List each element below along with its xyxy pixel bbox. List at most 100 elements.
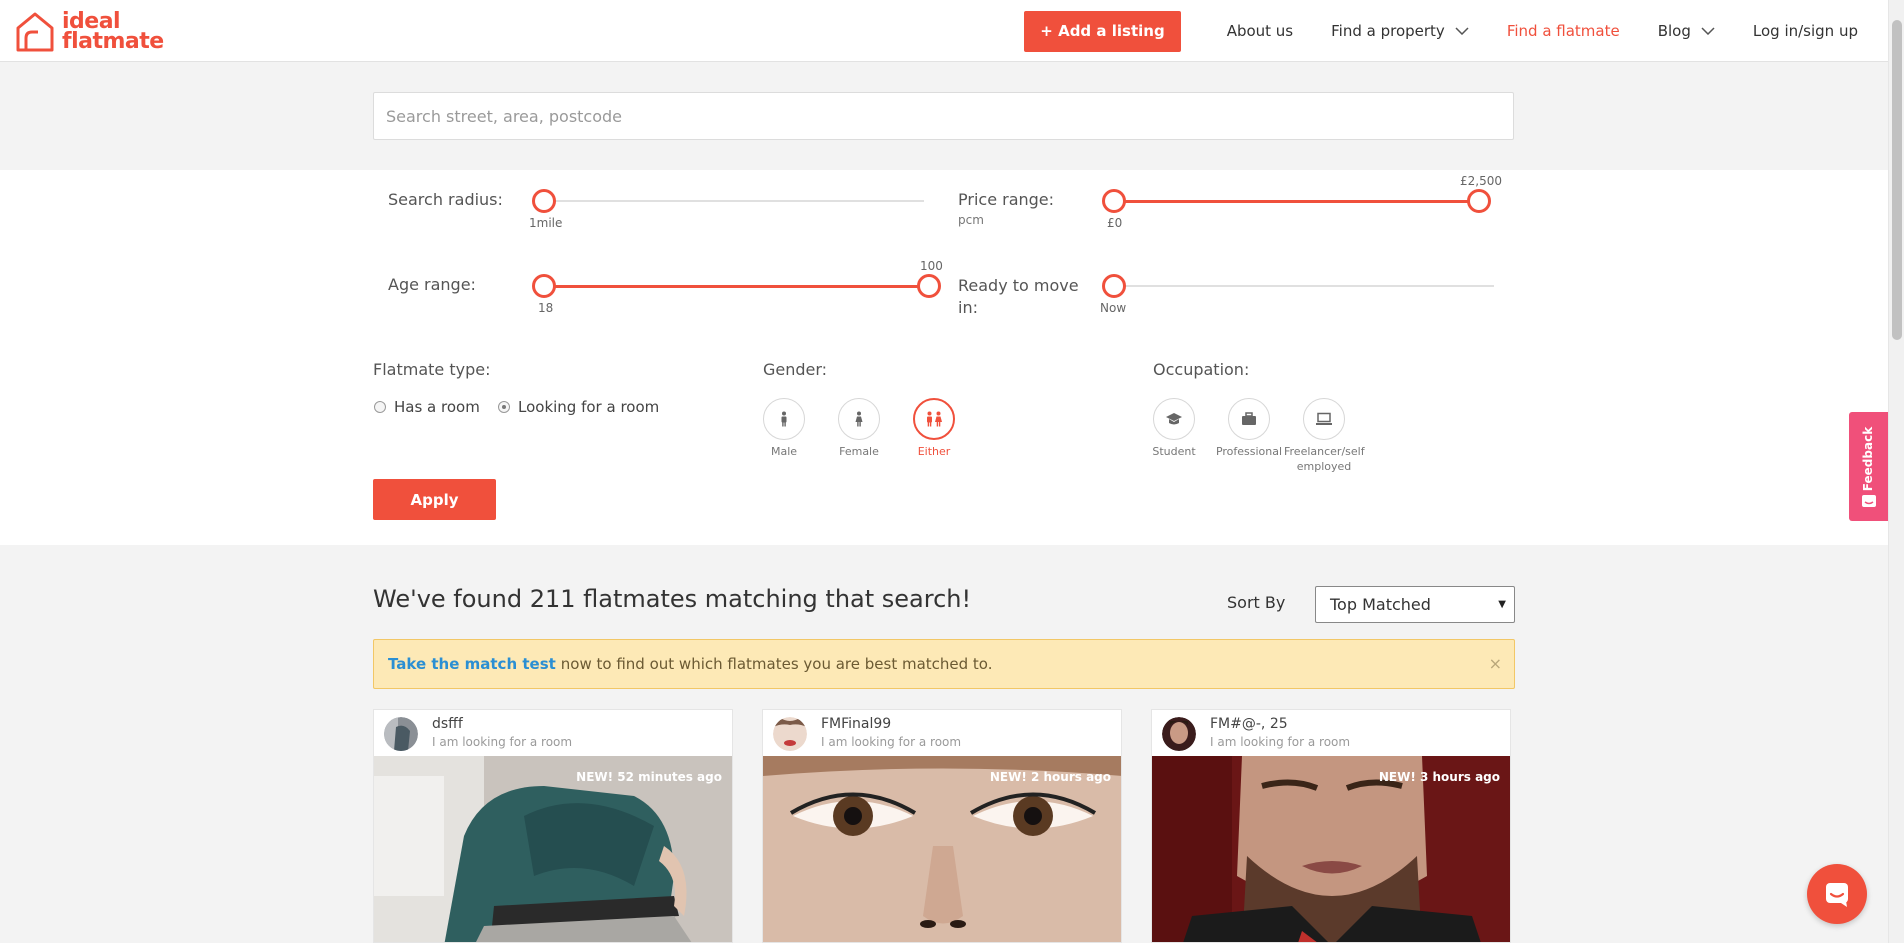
chevron-down-icon [1701,27,1715,35]
occupation-professional-label: Professional [1215,445,1283,458]
scrollbar-thumb[interactable] [1892,20,1902,340]
match-test-alert: Take the match test now to find out whic… [373,639,1515,689]
house-logo-icon [16,12,54,52]
flatmate-card[interactable]: FM#@-, 25 I am looking for a room NEW! 3… [1151,709,1511,943]
graduation-cap-icon [1166,413,1182,425]
logo-text-line2: flatmate [62,29,164,54]
radio-has-room[interactable]: Has a room [374,398,480,416]
dropdown-arrow-icon: ▼ [1498,599,1506,610]
feedback-tab[interactable]: Feedback [1849,412,1888,521]
sort-label: Sort By [1227,593,1286,612]
search-input[interactable] [373,92,1514,140]
occupation-freelancer-label: Freelancer/self employed [1284,445,1365,473]
nav-blog-label: Blog [1657,22,1691,40]
sort-select[interactable]: Top Matched ▼ [1315,586,1515,623]
gender-male-option[interactable]: Male [744,398,824,459]
card-name: FM#@-, 25 [1210,716,1288,732]
male-female-icon [927,411,942,427]
price-min-value: £0 [1107,216,1123,230]
card-name: FMFinal99 [821,716,892,732]
age-max-handle[interactable] [917,274,941,298]
radio-has-room-label: Has a room [394,398,480,416]
avatar [384,717,418,751]
new-badge: NEW! 52 minutes ago [576,770,722,784]
flatmate-card[interactable]: FMFinal99 I am looking for a room NEW! 2… [762,709,1122,943]
price-max-handle[interactable] [1467,189,1491,213]
gender-male-label: Male [770,445,798,458]
radius-slider-track[interactable] [544,200,924,202]
price-label: Price range: [958,190,1055,209]
female-icon [855,411,863,427]
card-subtitle: I am looking for a room [432,735,573,749]
chat-launcher[interactable] [1807,864,1867,924]
occupation-professional-option[interactable]: Professional [1209,398,1289,459]
price-min-handle[interactable] [1102,189,1126,213]
avatar [1162,717,1196,751]
card-name: dsfff [432,716,463,732]
add-listing-button[interactable]: + Add a listing [1024,10,1181,52]
gender-either-option[interactable]: Either [894,398,974,459]
match-test-link[interactable]: Take the match test [388,655,556,673]
results-title: We've found 211 flatmates matching that … [373,585,972,613]
radio-circle-checked[interactable] [498,401,510,413]
feedback-label: Feedback [1861,426,1875,492]
radio-looking-label: Looking for a room [518,398,660,416]
chat-icon [1826,883,1848,907]
radius-value: 1mile [529,216,563,230]
occupation-student-option[interactable]: Student [1134,398,1214,459]
price-unit: pcm [958,213,984,227]
radius-label: Search radius: [388,190,503,209]
nav-about-us[interactable]: About us [1227,22,1293,40]
move-in-label-line1: Ready to move [958,276,1079,295]
logo[interactable]: ideal flatmate [14,10,164,54]
age-max-value: 100 [920,259,943,273]
move-in-label-line2: in: [958,298,978,317]
gender-either-label: Either [917,445,951,458]
sort-select-value: Top Matched [1330,595,1431,614]
laptop-icon [1316,412,1332,425]
profile-photo [763,756,1121,942]
occupation-student-label: Student [1152,445,1196,458]
gender-label: Gender: [763,360,828,379]
occupation-freelancer-option[interactable]: Freelancer/self employed [1284,398,1365,474]
nav-find-property[interactable]: Find a property [1331,22,1469,40]
close-icon[interactable]: × [1489,654,1502,673]
chevron-down-icon [1455,27,1469,35]
radius-slider-handle[interactable] [532,189,556,213]
radio-circle[interactable] [374,401,386,413]
nav-find-property-label: Find a property [1331,22,1445,40]
gender-female-option[interactable]: Female [819,398,899,459]
profile-photo [374,756,732,942]
move-in-slider-handle[interactable] [1102,274,1126,298]
occupation-label: Occupation: [1153,360,1250,379]
apply-button[interactable]: Apply [373,479,496,520]
new-badge: NEW! 2 hours ago [989,770,1111,784]
scrollbar[interactable] [1888,0,1904,943]
card-subtitle: I am looking for a room [821,735,962,749]
profile-photo [1152,756,1510,942]
age-slider-track[interactable] [544,285,929,288]
flatmate-card[interactable]: dsfff I am looking for a room NEW! 52 mi… [373,709,733,943]
age-min-handle[interactable] [532,274,556,298]
nav-login[interactable]: Log in/sign up [1753,22,1858,40]
move-in-slider-track[interactable] [1114,285,1494,287]
radio-looking-for-room[interactable]: Looking for a room [498,398,659,416]
alert-text: now to find out which flatmates you are … [560,655,993,673]
filters-panel: Search radius: 1mile Price range: pcm £0… [0,170,1888,545]
main-nav: + Add a listing About us Find a property… [1024,0,1858,62]
price-slider-track[interactable] [1114,200,1479,203]
card-subtitle: I am looking for a room [1210,735,1351,749]
male-icon [781,411,787,427]
flatmate-type-label: Flatmate type: [373,360,491,379]
gender-female-label: Female [839,445,879,458]
briefcase-icon [1242,412,1256,425]
site-header: ideal flatmate + Add a listing About us … [0,0,1888,62]
feedback-icon [1862,495,1876,507]
avatar [773,717,807,751]
new-badge: NEW! 3 hours ago [1378,770,1500,784]
age-label: Age range: [388,275,476,294]
nav-blog[interactable]: Blog [1658,22,1715,40]
nav-find-flatmate[interactable]: Find a flatmate [1507,22,1620,40]
move-in-value: Now [1100,301,1127,315]
age-min-value: 18 [538,301,554,315]
